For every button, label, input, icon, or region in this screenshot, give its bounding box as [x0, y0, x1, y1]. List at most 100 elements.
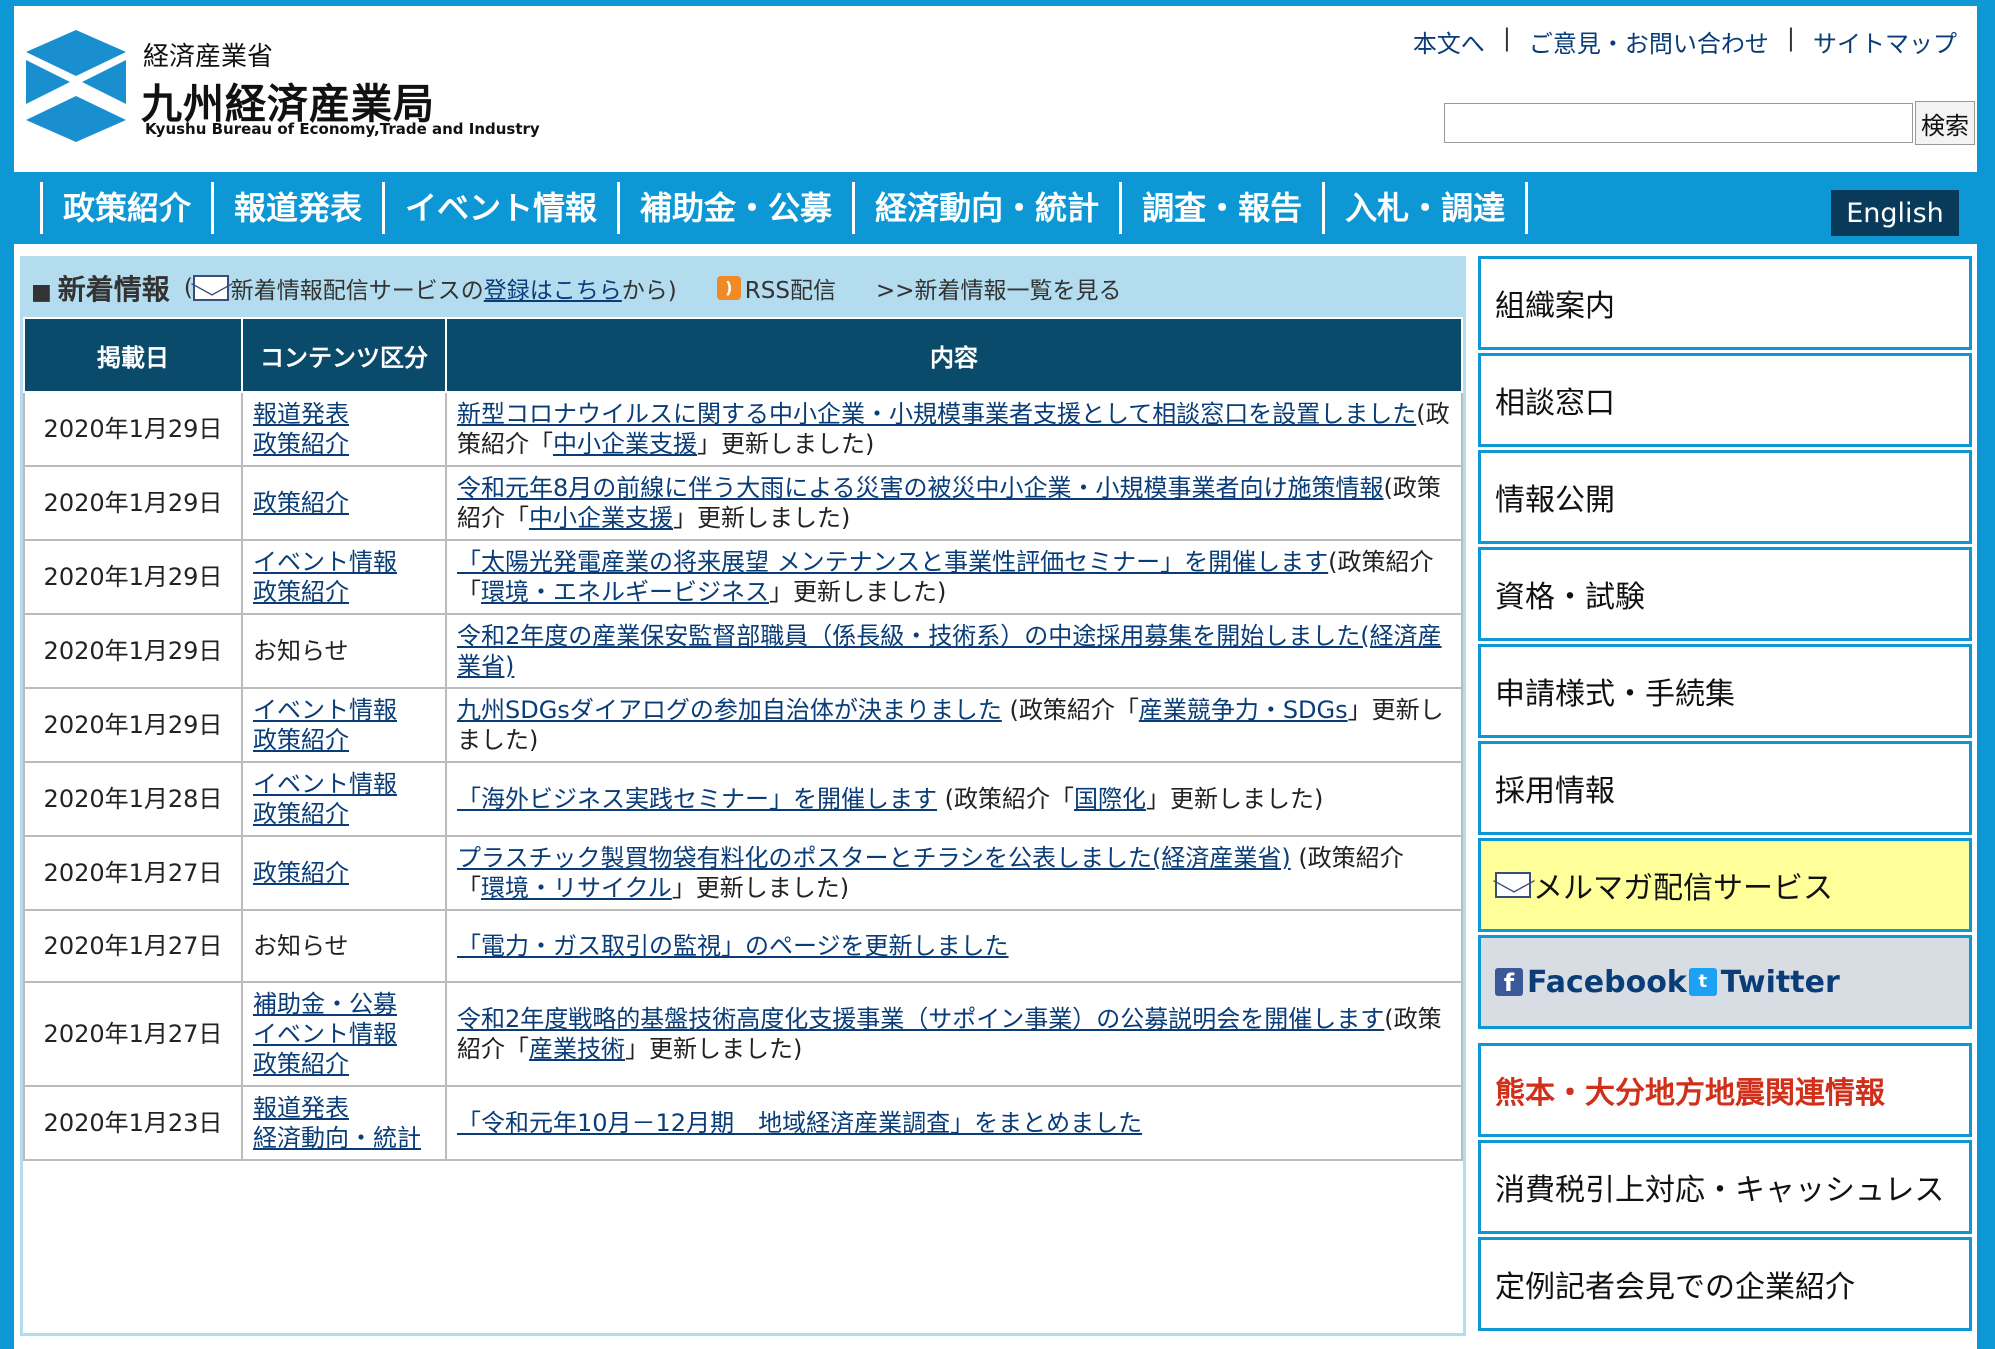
- policy-page-link[interactable]: 産業技術: [529, 1035, 625, 1063]
- news-headline-link[interactable]: 「太陽光発電産業の将来展望 メンテナンスと事業性評価セミナー」を開催します: [457, 548, 1328, 576]
- sidebar-item-mailmag[interactable]: メルマガ配信サービス: [1478, 838, 1972, 932]
- mail-icon: [1495, 872, 1531, 898]
- policy-page-link[interactable]: 国際化: [1074, 785, 1146, 813]
- policy-page-link[interactable]: 産業競争力・SDGs: [1139, 696, 1348, 724]
- news-date: 2020年1月27日: [23, 835, 243, 911]
- column-content: 内容: [445, 317, 1463, 393]
- nav-press[interactable]: 報道発表: [211, 182, 382, 234]
- sidebar-item-organization[interactable]: 組織案内: [1478, 256, 1972, 350]
- table-row: 2020年1月29日 報道発表 政策紹介 新型コロナウイルスに関する中小企業・小規模事…: [23, 391, 1463, 467]
- news-category: 報道発表 経済動向・統計: [241, 1085, 447, 1161]
- facebook-link[interactable]: Facebook: [1527, 965, 1687, 1000]
- table-row: 2020年1月29日 イベント情報 政策紹介 九州SDGsダイアログの参加自治体が決ま…: [23, 687, 1463, 763]
- news-date: 2020年1月27日: [23, 981, 243, 1087]
- news-headline-link[interactable]: プラスチック製買物袋有料化のポスターとチラシを公表しました(経済産業省): [457, 844, 1291, 872]
- category-link[interactable]: イベント情報: [253, 547, 435, 577]
- nav-reports[interactable]: 調査・報告: [1119, 182, 1322, 234]
- news-content: 「海外ビジネス実践セミナー」を開催します (政策紹介「国際化」更新しました): [445, 761, 1463, 837]
- category-link[interactable]: イベント情報: [253, 1019, 435, 1049]
- category-link[interactable]: イベント情報: [253, 769, 435, 799]
- sidebar-item-disclosure[interactable]: 情報公開: [1478, 450, 1972, 544]
- sidebar-item-consultation[interactable]: 相談窓口: [1478, 353, 1972, 447]
- facebook-icon[interactable]: f: [1495, 968, 1523, 997]
- news-date: 2020年1月23日: [23, 1085, 243, 1161]
- square-bullet-icon: ■: [31, 280, 52, 305]
- bureau-logo-icon[interactable]: [26, 30, 126, 142]
- rss-icon[interactable]: ): [716, 276, 741, 300]
- sidebar-item-tax-cashless[interactable]: 消費税引上対応・キャッシュレス: [1478, 1140, 1972, 1234]
- category-link[interactable]: 政策紹介: [253, 1049, 435, 1079]
- category-link[interactable]: 報道発表: [253, 1093, 435, 1123]
- column-category: コンテンツ区分: [241, 317, 447, 393]
- news-content: 新型コロナウイルスに関する中小企業・小規模事業者支援として相談窓口を設置しました…: [445, 391, 1463, 467]
- news-note: (政策紹介「: [937, 785, 1074, 813]
- news-header: ■ 新着情報 ( 新着情報配信サービスの 登録はこちら から) ) RSS配信 >…: [23, 259, 1463, 317]
- policy-page-link[interactable]: 環境・リサイクル: [481, 874, 672, 902]
- news-category: 政策紹介: [241, 465, 447, 541]
- news-list-link[interactable]: >>新着情報一覧を見る: [876, 271, 1122, 305]
- category-link[interactable]: イベント情報: [253, 695, 435, 725]
- news-note: 」更新しました): [1146, 785, 1324, 813]
- news-headline-link[interactable]: 令和2年度の産業保安監督部職員（係長級・技術系）の中途採用募集を開始しました(経…: [457, 622, 1442, 680]
- news-headline-link[interactable]: 「電力・ガス取引の監視」のページを更新しました: [457, 932, 1009, 960]
- paren-close: から): [621, 278, 677, 304]
- search-button[interactable]: 検索: [1915, 101, 1975, 145]
- category-link[interactable]: 政策紹介: [253, 858, 435, 888]
- nav-events[interactable]: イベント情報: [382, 182, 617, 234]
- sidebar-item-press-conference[interactable]: 定例記者会見での企業紹介: [1478, 1237, 1972, 1331]
- news-headline-link[interactable]: 「海外ビジネス実践セミナー」を開催します: [457, 785, 937, 813]
- news-category: お知らせ: [241, 909, 447, 983]
- category-link[interactable]: 政策紹介: [253, 577, 435, 607]
- rss-link[interactable]: RSS配信: [745, 271, 836, 305]
- news-date: 2020年1月29日: [23, 391, 243, 467]
- separator: |: [1786, 24, 1795, 52]
- skip-to-content-link[interactable]: 本文へ: [1413, 24, 1485, 59]
- sidebar-item-social: f Facebook t Twitter: [1478, 935, 1972, 1029]
- news-category: イベント情報 政策紹介: [241, 687, 447, 763]
- sitemap-link[interactable]: サイトマップ: [1813, 24, 1957, 59]
- english-button[interactable]: English: [1831, 190, 1959, 236]
- category-link[interactable]: 政策紹介: [253, 799, 435, 829]
- category-link[interactable]: 報道発表: [253, 399, 435, 429]
- policy-page-link[interactable]: 中小企業支援: [553, 430, 697, 458]
- nav-subsidies[interactable]: 補助金・公募: [617, 182, 852, 234]
- sidebar-item-earthquake[interactable]: 熊本・大分地方地震関連情報: [1478, 1043, 1972, 1137]
- column-date: 掲載日: [23, 317, 243, 393]
- news-category: 補助金・公募 イベント情報 政策紹介: [241, 981, 447, 1087]
- policy-page-link[interactable]: 環境・エネルギービジネス: [481, 578, 769, 606]
- news-headline-link[interactable]: 九州SDGsダイアログの参加自治体が決まりました: [457, 696, 1002, 724]
- category-link[interactable]: 政策紹介: [253, 725, 435, 755]
- bureau-name-en: Kyushu Bureau of Economy,Trade and Indus…: [145, 120, 540, 138]
- twitter-link[interactable]: Twitter: [1721, 965, 1840, 1000]
- news-note: 」更新しました): [769, 578, 947, 606]
- news-headline-link[interactable]: 令和2年度戦略的基盤技術高度化支援事業（サポイン事業）の公募説明会を開催します: [457, 1005, 1384, 1033]
- nav-statistics[interactable]: 経済動向・統計: [852, 182, 1119, 234]
- news-content: 「電力・ガス取引の監視」のページを更新しました: [445, 909, 1463, 983]
- ministry-name: 経済産業省: [143, 42, 274, 72]
- category-link[interactable]: 政策紹介: [253, 488, 435, 518]
- news-headline-link[interactable]: 新型コロナウイルスに関する中小企業・小規模事業者支援として相談窓口を設置しました: [457, 400, 1416, 428]
- news-headline-link[interactable]: 「令和元年10月－12月期 地域経済産業調査」をまとめました: [457, 1109, 1142, 1137]
- twitter-icon[interactable]: t: [1688, 968, 1717, 996]
- nav-procurement[interactable]: 入札・調達: [1322, 182, 1529, 234]
- table-row: 2020年1月29日 お知らせ 令和2年度の産業保安監督部職員（係長級・技術系）の中…: [23, 613, 1463, 689]
- category-link[interactable]: 経済動向・統計: [253, 1123, 435, 1153]
- news-subscribe-text: 新着情報配信サービスの: [230, 278, 484, 304]
- sidebar-item-qualifications[interactable]: 資格・試験: [1478, 547, 1972, 641]
- news-category: お知らせ: [241, 613, 447, 689]
- news-table: 掲載日 コンテンツ区分 内容 2020年1月29日 報道発表 政策紹介 新型コロナウイ…: [23, 317, 1463, 1161]
- sidebar-item-recruitment[interactable]: 採用情報: [1478, 741, 1972, 835]
- contact-link[interactable]: ご意見・お問い合わせ: [1529, 24, 1769, 59]
- table-row: 2020年1月29日 イベント情報 政策紹介 「太陽光発電産業の将来展望 メンテナンス…: [23, 539, 1463, 615]
- news-date: 2020年1月29日: [23, 539, 243, 615]
- nav-policy[interactable]: 政策紹介: [40, 182, 211, 234]
- search-input[interactable]: [1444, 103, 1913, 143]
- news-date: 2020年1月29日: [23, 465, 243, 541]
- policy-page-link[interactable]: 中小企業支援: [529, 504, 673, 532]
- news-subscribe-link[interactable]: 登録はこちら: [484, 271, 622, 305]
- news-headline-link[interactable]: 令和元年8月の前線に伴う大雨による災害の被災中小企業・小規模事業者向け施策情報: [457, 474, 1384, 502]
- category-link[interactable]: 補助金・公募: [253, 989, 435, 1019]
- news-date: 2020年1月27日: [23, 909, 243, 983]
- sidebar-item-forms[interactable]: 申請様式・手続集: [1478, 644, 1972, 738]
- category-link[interactable]: 政策紹介: [253, 429, 435, 459]
